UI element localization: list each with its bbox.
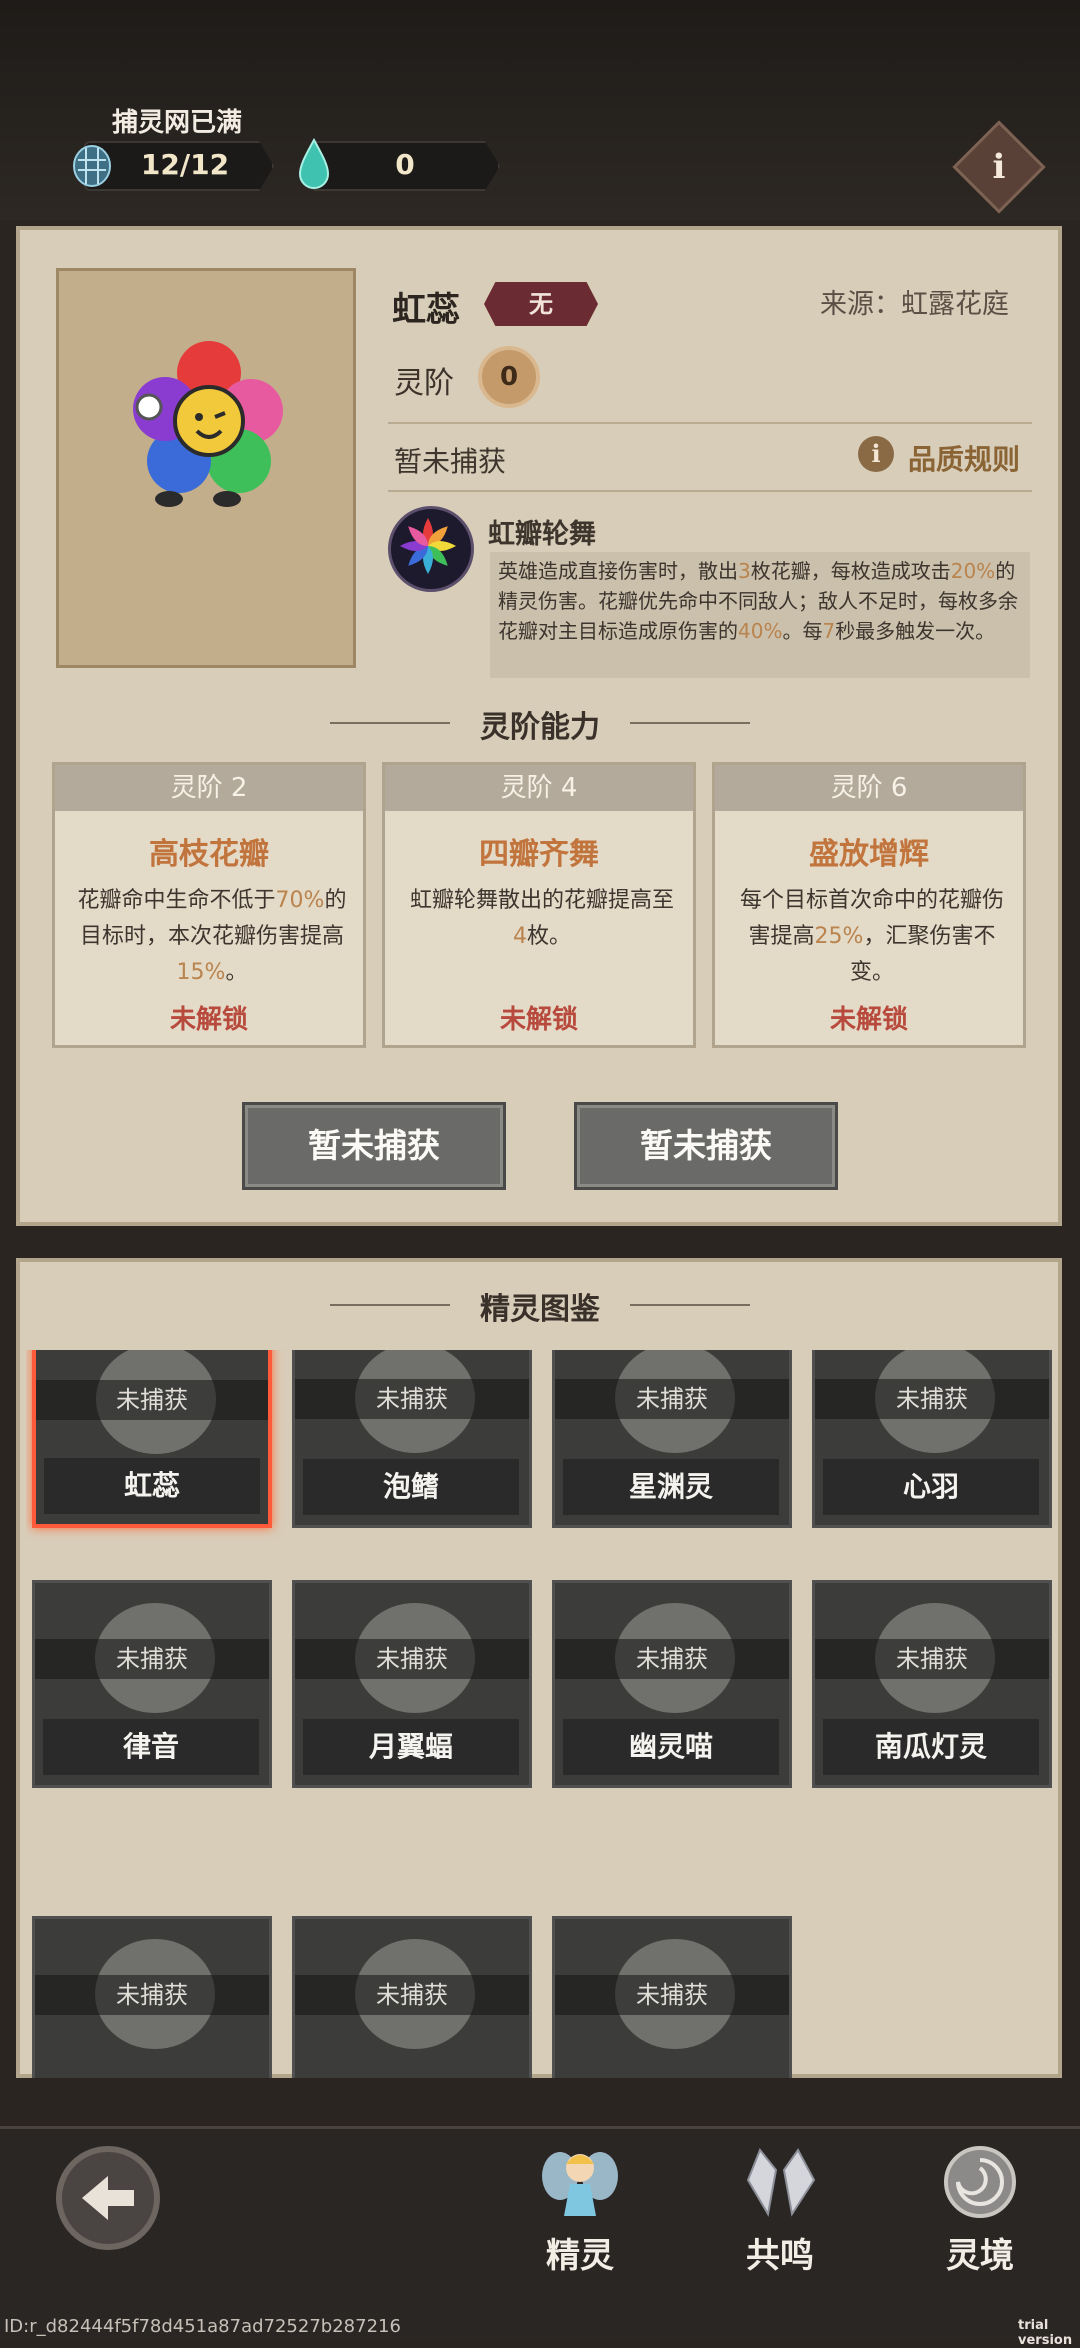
capture-button-right[interactable]: 暂未捕获 [574, 1102, 838, 1190]
quality-rule-icon[interactable]: i [858, 436, 894, 472]
spirit-tile[interactable]: 未捕获 南瓜灯灵 [812, 1580, 1052, 1788]
uncaught-label: 未捕获 [555, 1975, 789, 2015]
uncaught-label: 未捕获 [295, 1639, 529, 1679]
skill-description: 英雄造成直接伤害时，散出3枚花瓣，每枚造成攻击20%的精灵伤害。花瓣优先命中不同… [490, 552, 1030, 678]
spirit-tile[interactable]: 未捕获 律音 [32, 1580, 272, 1788]
ability-lock-status: 未解锁 [169, 1005, 248, 1035]
spirit-tile-name: 幽灵喵 [563, 1719, 779, 1775]
spirit-tile-name: 南瓜灯灵 [823, 1719, 1039, 1775]
user-id: ID:r_d82444f5f78d451a87ad72527b287216 [4, 2316, 401, 2337]
ability-lock-status: 未解锁 [499, 1005, 578, 1035]
back-arrow-icon [82, 2176, 134, 2220]
spirit-tile[interactable]: 未捕获 [292, 1916, 532, 2078]
uncaught-label: 未捕获 [35, 1639, 269, 1679]
ability-title: 盛放增辉 [809, 837, 929, 872]
capture-status: 暂未捕获 [394, 445, 507, 478]
spirit-tile-name: 星渊灵 [563, 1459, 779, 1515]
uncaught-label: 未捕获 [815, 1639, 1049, 1679]
tab-spirit[interactable]: 精灵 [510, 2228, 650, 2277]
rank-label: 灵阶 [394, 366, 454, 401]
net-count: 12/12 [140, 148, 230, 181]
skill-icon [388, 506, 474, 592]
spirit-tile-name: 心羽 [823, 1459, 1039, 1515]
water-drop-icon [296, 137, 332, 190]
rank-badge: 0 [478, 346, 540, 408]
spirit-source: 来源：虹露花庭 [820, 289, 1009, 320]
spirit-tile-name: 泡鳍 [303, 1459, 519, 1515]
ability-title: 四瓣齐舞 [479, 837, 599, 872]
title-ornament-right [630, 1304, 750, 1306]
crystal-count: 0 [395, 148, 415, 181]
trial-version-label: trial version [1018, 2318, 1073, 2348]
uncaught-label: 未捕获 [295, 1975, 529, 2015]
info-icon: i [992, 147, 1006, 187]
ability-rank: 灵阶 6 [715, 765, 1023, 811]
divider [388, 490, 1032, 492]
abilities-title: 灵阶能力 [480, 710, 600, 745]
crystal-icon[interactable] [738, 2140, 822, 2224]
spirit-tile[interactable]: 未捕获 心羽 [812, 1350, 1052, 1528]
ability-rank: 灵阶 2 [55, 765, 363, 811]
divider [388, 422, 1032, 424]
rainbow-flower-icon [133, 341, 283, 507]
spirit-name: 虹蕊 [392, 290, 460, 330]
uncaught-label: 未捕获 [815, 1379, 1049, 1419]
spirit-tile[interactable]: 未捕获 [552, 1916, 792, 2078]
uncaught-label: 未捕获 [295, 1379, 529, 1419]
uncaught-label: 未捕获 [555, 1639, 789, 1679]
spirit-portrait [56, 268, 356, 668]
title-ornament-right [630, 722, 750, 724]
ability-lock-status: 未解锁 [829, 1005, 908, 1035]
spirit-tile[interactable]: 未捕获 星渊灵 [552, 1350, 792, 1528]
title-ornament-left [330, 722, 450, 724]
quality-badge: 无 [484, 282, 598, 326]
ability-card: 灵阶 4 四瓣齐舞 虹瓣轮舞散出的花瓣提高至4枚。 未解锁 [382, 762, 696, 1048]
spirit-tile[interactable]: 未捕获 幽灵喵 [552, 1580, 792, 1788]
capture-button-left[interactable]: 暂未捕获 [242, 1102, 506, 1190]
net-status-label: 捕灵网已满 [112, 108, 243, 138]
fairy-icon[interactable] [538, 2140, 622, 2224]
spirit-tile[interactable]: 未捕获 虹蕊 [32, 1350, 272, 1528]
skill-name: 虹瓣轮舞 [488, 519, 596, 550]
ability-desc: 花瓣命中生命不低于70%的目标时，本次花瓣伤害提高15%。 [77, 888, 347, 985]
spirit-tile-name: 月翼蝠 [303, 1719, 519, 1775]
portal-icon[interactable] [938, 2140, 1022, 2224]
quality-rule-link[interactable]: 品质规则 [908, 438, 1020, 478]
codex-title: 精灵图鉴 [480, 1292, 600, 1327]
tab-resonance[interactable]: 共鸣 [710, 2228, 850, 2277]
uncaught-label: 未捕获 [35, 1975, 269, 2015]
net-icon [70, 136, 114, 190]
back-button[interactable] [56, 2146, 160, 2250]
ability-desc: 虹瓣轮舞散出的花瓣提高至4枚。 [409, 888, 674, 949]
spirit-tile-name: 律音 [43, 1719, 259, 1775]
uncaught-label: 未捕获 [555, 1379, 789, 1419]
spirit-tile[interactable]: 未捕获 泡鳍 [292, 1350, 532, 1528]
spirit-grid[interactable]: 未捕获 虹蕊 未捕获 泡鳍 未捕获 星渊灵 未捕获 心羽 未捕获 律音 未捕获 … [26, 1350, 1056, 2078]
ability-desc: 每个目标首次命中的花瓣伤害提高25%，汇聚伤害不变。 [739, 888, 1004, 985]
ability-card: 灵阶 6 盛放增辉 每个目标首次命中的花瓣伤害提高25%，汇聚伤害不变。 未解锁 [712, 762, 1026, 1048]
ability-rank: 灵阶 4 [385, 765, 693, 811]
tab-realm[interactable]: 灵境 [910, 2228, 1050, 2277]
spirit-tile[interactable]: 未捕获 月翼蝠 [292, 1580, 532, 1788]
ability-card: 灵阶 2 高枝花瓣 花瓣命中生命不低于70%的目标时，本次花瓣伤害提高15%。 … [52, 762, 366, 1048]
uncaught-label: 未捕获 [36, 1380, 268, 1420]
ability-title: 高枝花瓣 [149, 837, 269, 872]
spirit-tile-name: 虹蕊 [44, 1458, 260, 1514]
title-ornament-left [330, 1304, 450, 1306]
spirit-tile[interactable]: 未捕获 [32, 1916, 272, 2078]
